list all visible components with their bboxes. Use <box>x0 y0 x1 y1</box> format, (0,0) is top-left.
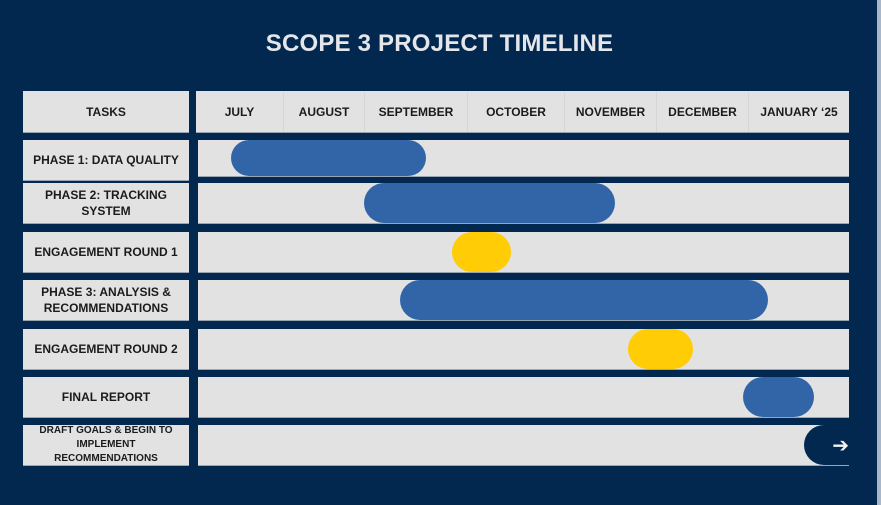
task-label: FINAL REPORT <box>23 377 189 418</box>
ongoing-bar: ➔ <box>803 425 849 465</box>
task-label: DRAFT GOALS & BEGIN TO IMPLEMENT RECOMME… <box>23 425 189 466</box>
month-label: AUGUST <box>283 91 364 132</box>
task-label: PHASE 1: DATA QUALITY <box>23 140 189 181</box>
phase-bar <box>743 377 814 417</box>
month-label: DECEMBER <box>656 91 748 132</box>
arrow-right-icon: ➔ <box>832 434 849 457</box>
phase-bar <box>364 183 615 223</box>
task-label: PHASE 3: ANALYSIS & RECOMMENDATIONS <box>23 280 189 321</box>
right-edge <box>877 0 881 505</box>
month-label: JULY <box>224 104 255 119</box>
task-label: ENGAGEMENT ROUND 2 <box>23 329 189 370</box>
month-header-row: JULY AUGUST SEPTEMBER OCTOBER NOVEMBER DECEMB… <box>196 91 849 133</box>
tasks-header: TASKS <box>23 91 189 133</box>
phase-bar <box>230 140 426 176</box>
chart-title: SCOPE 3 PROJECT TIMELINE <box>265 30 614 57</box>
task-label: ENGAGEMENT ROUND 1 <box>23 232 189 273</box>
timeline-lane <box>198 377 849 418</box>
engagement-bar <box>451 232 511 272</box>
timeline-lane: ➔ <box>198 425 849 466</box>
month-label: NOVEMBER <box>564 91 656 132</box>
timeline-lane <box>198 140 849 177</box>
task-label: PHASE 2: TRACKING SYSTEM <box>23 183 189 224</box>
timeline-lane <box>198 329 849 370</box>
month-label: SEPTEMBER <box>364 91 467 132</box>
timeline-lane <box>198 280 849 321</box>
month-label: OCTOBER <box>467 91 564 132</box>
month-label: JANUARY ‘25 <box>748 91 849 132</box>
phase-bar <box>400 280 769 320</box>
engagement-bar <box>628 329 693 369</box>
timeline-lane <box>198 232 849 273</box>
timeline-lane <box>198 183 849 224</box>
